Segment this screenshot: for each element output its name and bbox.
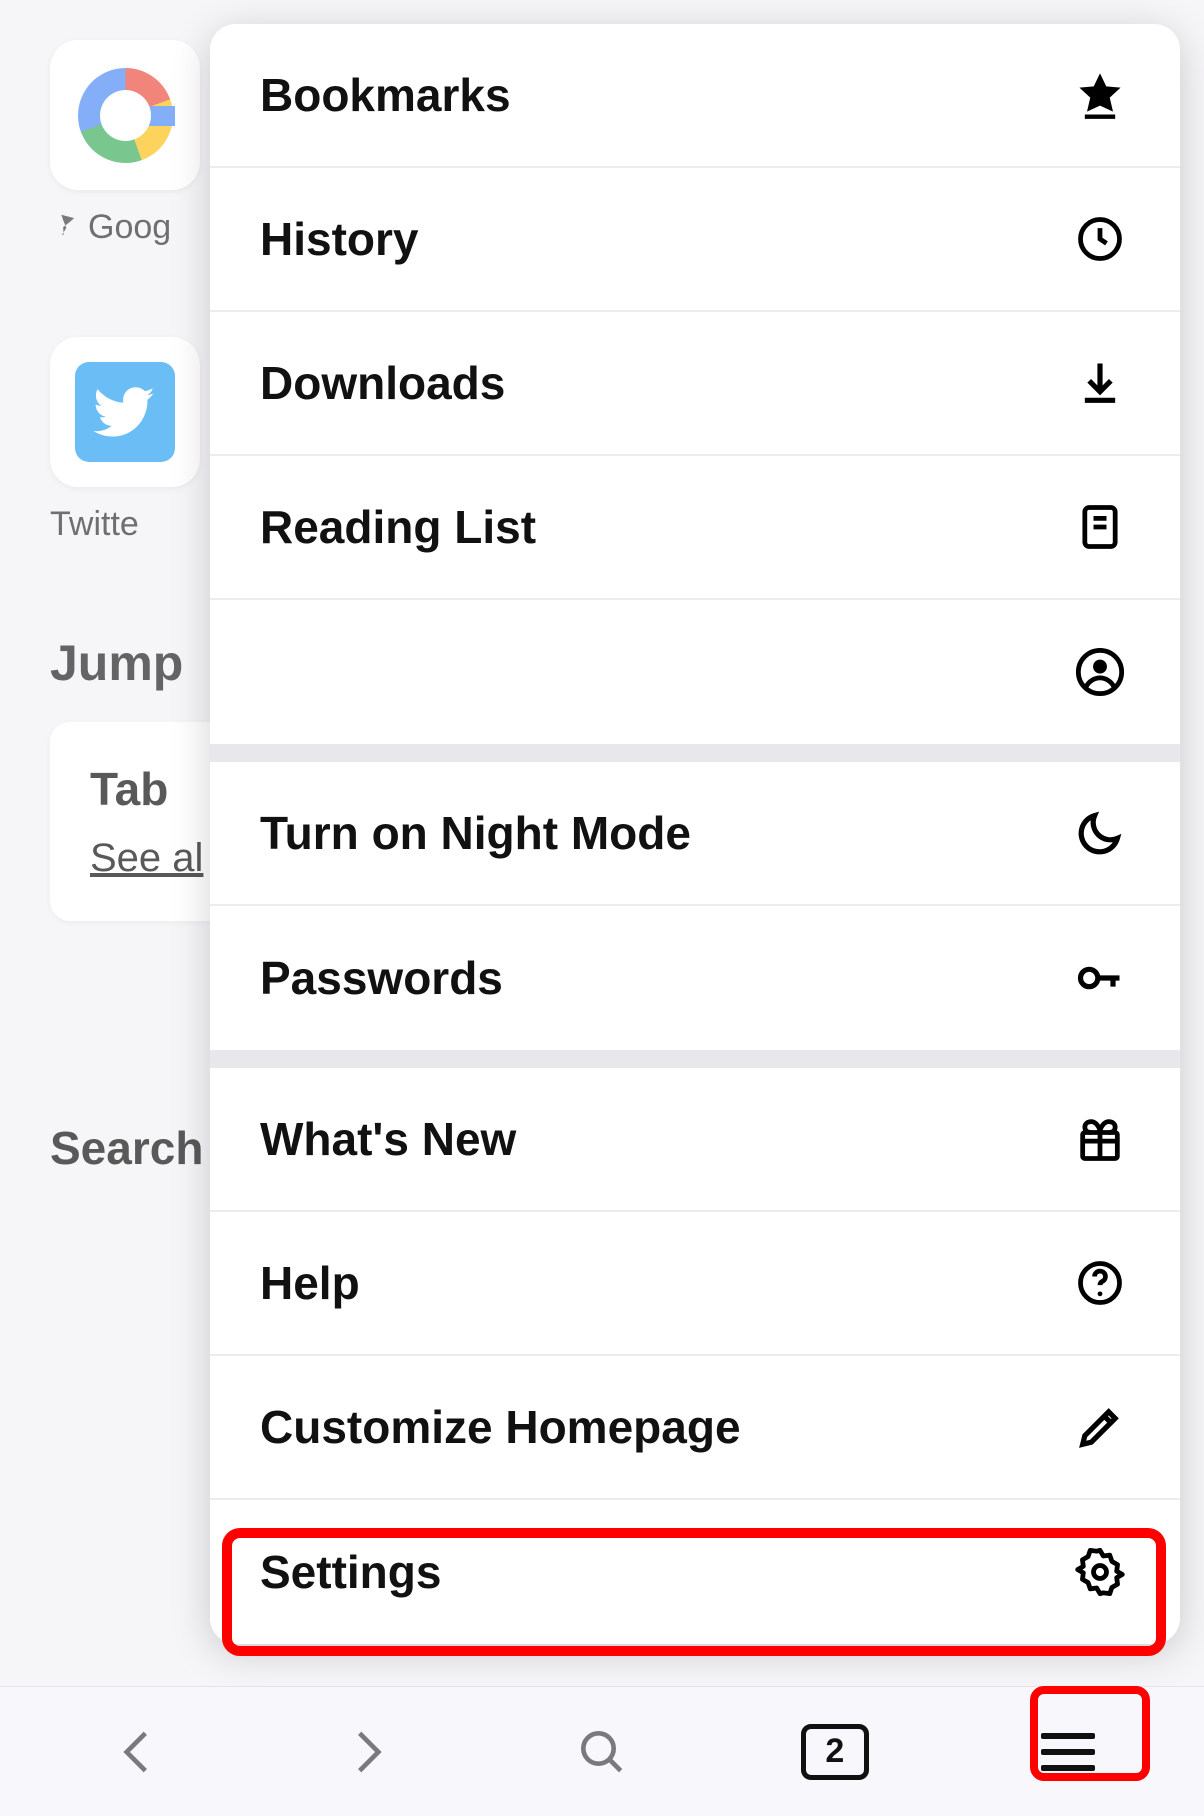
key-icon: [1070, 948, 1130, 1008]
hamburger-icon: [1041, 1733, 1095, 1771]
bookmarks-label: Bookmarks: [260, 68, 511, 122]
whats-new-label: What's New: [260, 1112, 516, 1166]
menu-item-night-mode[interactable]: Turn on Night Mode: [210, 762, 1180, 906]
forward-button[interactable]: [309, 1707, 429, 1797]
clock-icon: [1070, 209, 1130, 269]
menu-item-downloads[interactable]: Downloads: [210, 312, 1180, 456]
download-icon: [1070, 353, 1130, 413]
night-mode-label: Turn on Night Mode: [260, 806, 691, 860]
tab-count-text: 2: [825, 1732, 844, 1771]
menu-item-reading-list[interactable]: Reading List: [210, 456, 1180, 600]
main-menu-panel: Bookmarks History Downloads Reading List: [210, 24, 1180, 1644]
account-circle-icon: [1070, 642, 1130, 702]
pencil-icon: [1070, 1397, 1130, 1457]
settings-label: Settings: [260, 1545, 441, 1599]
help-label: Help: [260, 1256, 360, 1310]
help-circle-icon: [1070, 1253, 1130, 1313]
gift-icon: [1070, 1109, 1130, 1169]
gear-icon: [1070, 1542, 1130, 1602]
customize-label: Customize Homepage: [260, 1400, 741, 1454]
downloads-label: Downloads: [260, 356, 505, 410]
menu-item-help[interactable]: Help: [210, 1212, 1180, 1356]
bookmark-star-icon: [1070, 65, 1130, 125]
menu-item-history[interactable]: History: [210, 168, 1180, 312]
menu-item-account[interactable]: [210, 600, 1180, 744]
menu-button[interactable]: [1008, 1707, 1128, 1797]
menu-group-2: Turn on Night Mode Passwords: [210, 744, 1180, 1050]
back-button[interactable]: [76, 1707, 196, 1797]
menu-item-passwords[interactable]: Passwords: [210, 906, 1180, 1050]
bottom-toolbar: 2: [0, 1686, 1204, 1816]
menu-item-whats-new[interactable]: What's New: [210, 1068, 1180, 1212]
menu-group-1: Bookmarks History Downloads Reading List: [210, 24, 1180, 744]
tabs-button[interactable]: 2: [775, 1707, 895, 1797]
search-button[interactable]: [542, 1707, 662, 1797]
menu-item-bookmarks[interactable]: Bookmarks: [210, 24, 1180, 168]
reading-list-icon: [1070, 497, 1130, 557]
passwords-label: Passwords: [260, 951, 503, 1005]
history-label: History: [260, 212, 418, 266]
reading-list-label: Reading List: [260, 500, 536, 554]
moon-icon: [1070, 803, 1130, 863]
menu-item-settings[interactable]: Settings: [210, 1500, 1180, 1644]
menu-group-3: What's New Help Customize Homepage Setti…: [210, 1050, 1180, 1644]
menu-item-customize-homepage[interactable]: Customize Homepage: [210, 1356, 1180, 1500]
tab-count-box: 2: [801, 1724, 869, 1780]
